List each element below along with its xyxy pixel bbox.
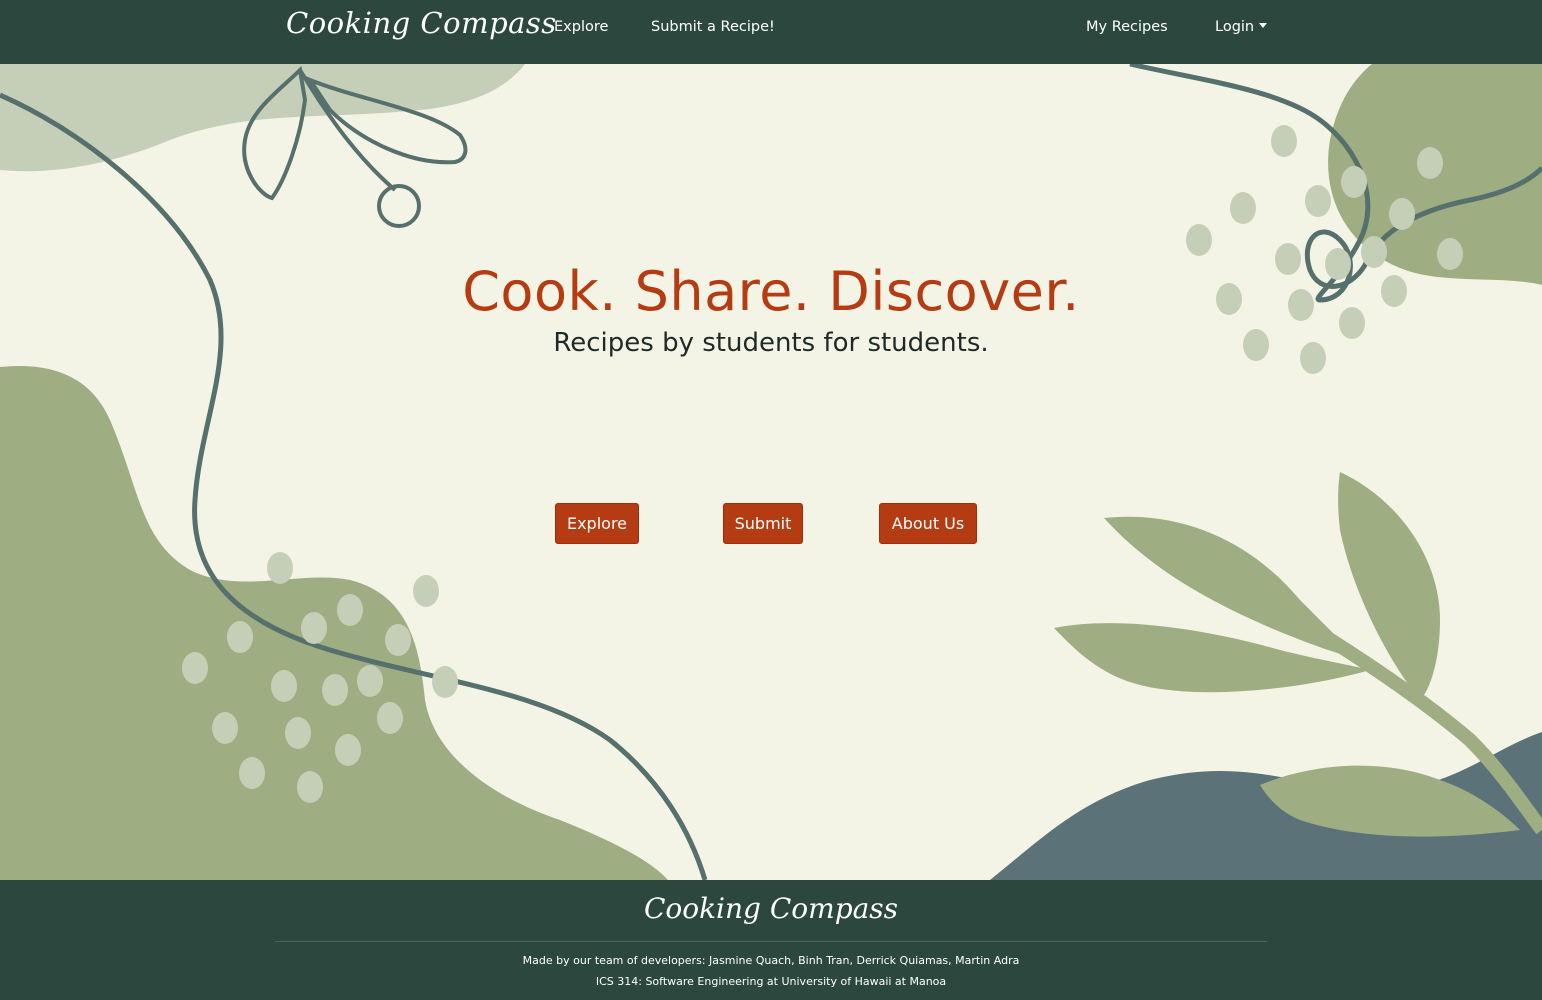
login-label: Login xyxy=(1215,19,1255,35)
hero-subheadline: Recipes by students for students. xyxy=(553,328,989,358)
decorative-background-art xyxy=(0,64,1542,880)
nav-my-recipes-link[interactable]: My Recipes xyxy=(1086,19,1168,35)
caret-down-icon xyxy=(1259,23,1268,28)
footer-brand: Cooking Compass xyxy=(643,892,899,925)
footer-credits: Made by our team of developers: Jasmine … xyxy=(522,954,1020,967)
footer-course: ICS 314: Software Engineering at Univers… xyxy=(595,975,947,988)
leaf-2 xyxy=(1338,472,1440,700)
about-us-button[interactable]: About Us xyxy=(879,503,977,544)
hero-section: Cook. Share. Discover. Recipes by studen… xyxy=(0,64,1542,880)
outline-berry xyxy=(377,184,421,228)
nav-explore-link[interactable]: Explore xyxy=(554,19,608,35)
page-footer: Cooking Compass Made by our team of deve… xyxy=(0,880,1542,1000)
hero-headline: Cook. Share. Discover. xyxy=(462,260,1080,323)
nav-submit-recipe-link[interactable]: Submit a Recipe! xyxy=(651,19,775,35)
bottom-left-blob xyxy=(0,365,668,880)
top-navbar: Cooking Compass Explore Submit a Recipe!… xyxy=(0,0,1542,64)
explore-button[interactable]: Explore xyxy=(555,503,639,544)
top-left-blob xyxy=(0,64,525,172)
nav-login-dropdown[interactable]: Login xyxy=(1215,19,1268,35)
footer-divider xyxy=(275,941,1267,942)
brand-logo[interactable]: Cooking Compass xyxy=(286,6,557,40)
submit-button[interactable]: Submit xyxy=(723,503,803,544)
